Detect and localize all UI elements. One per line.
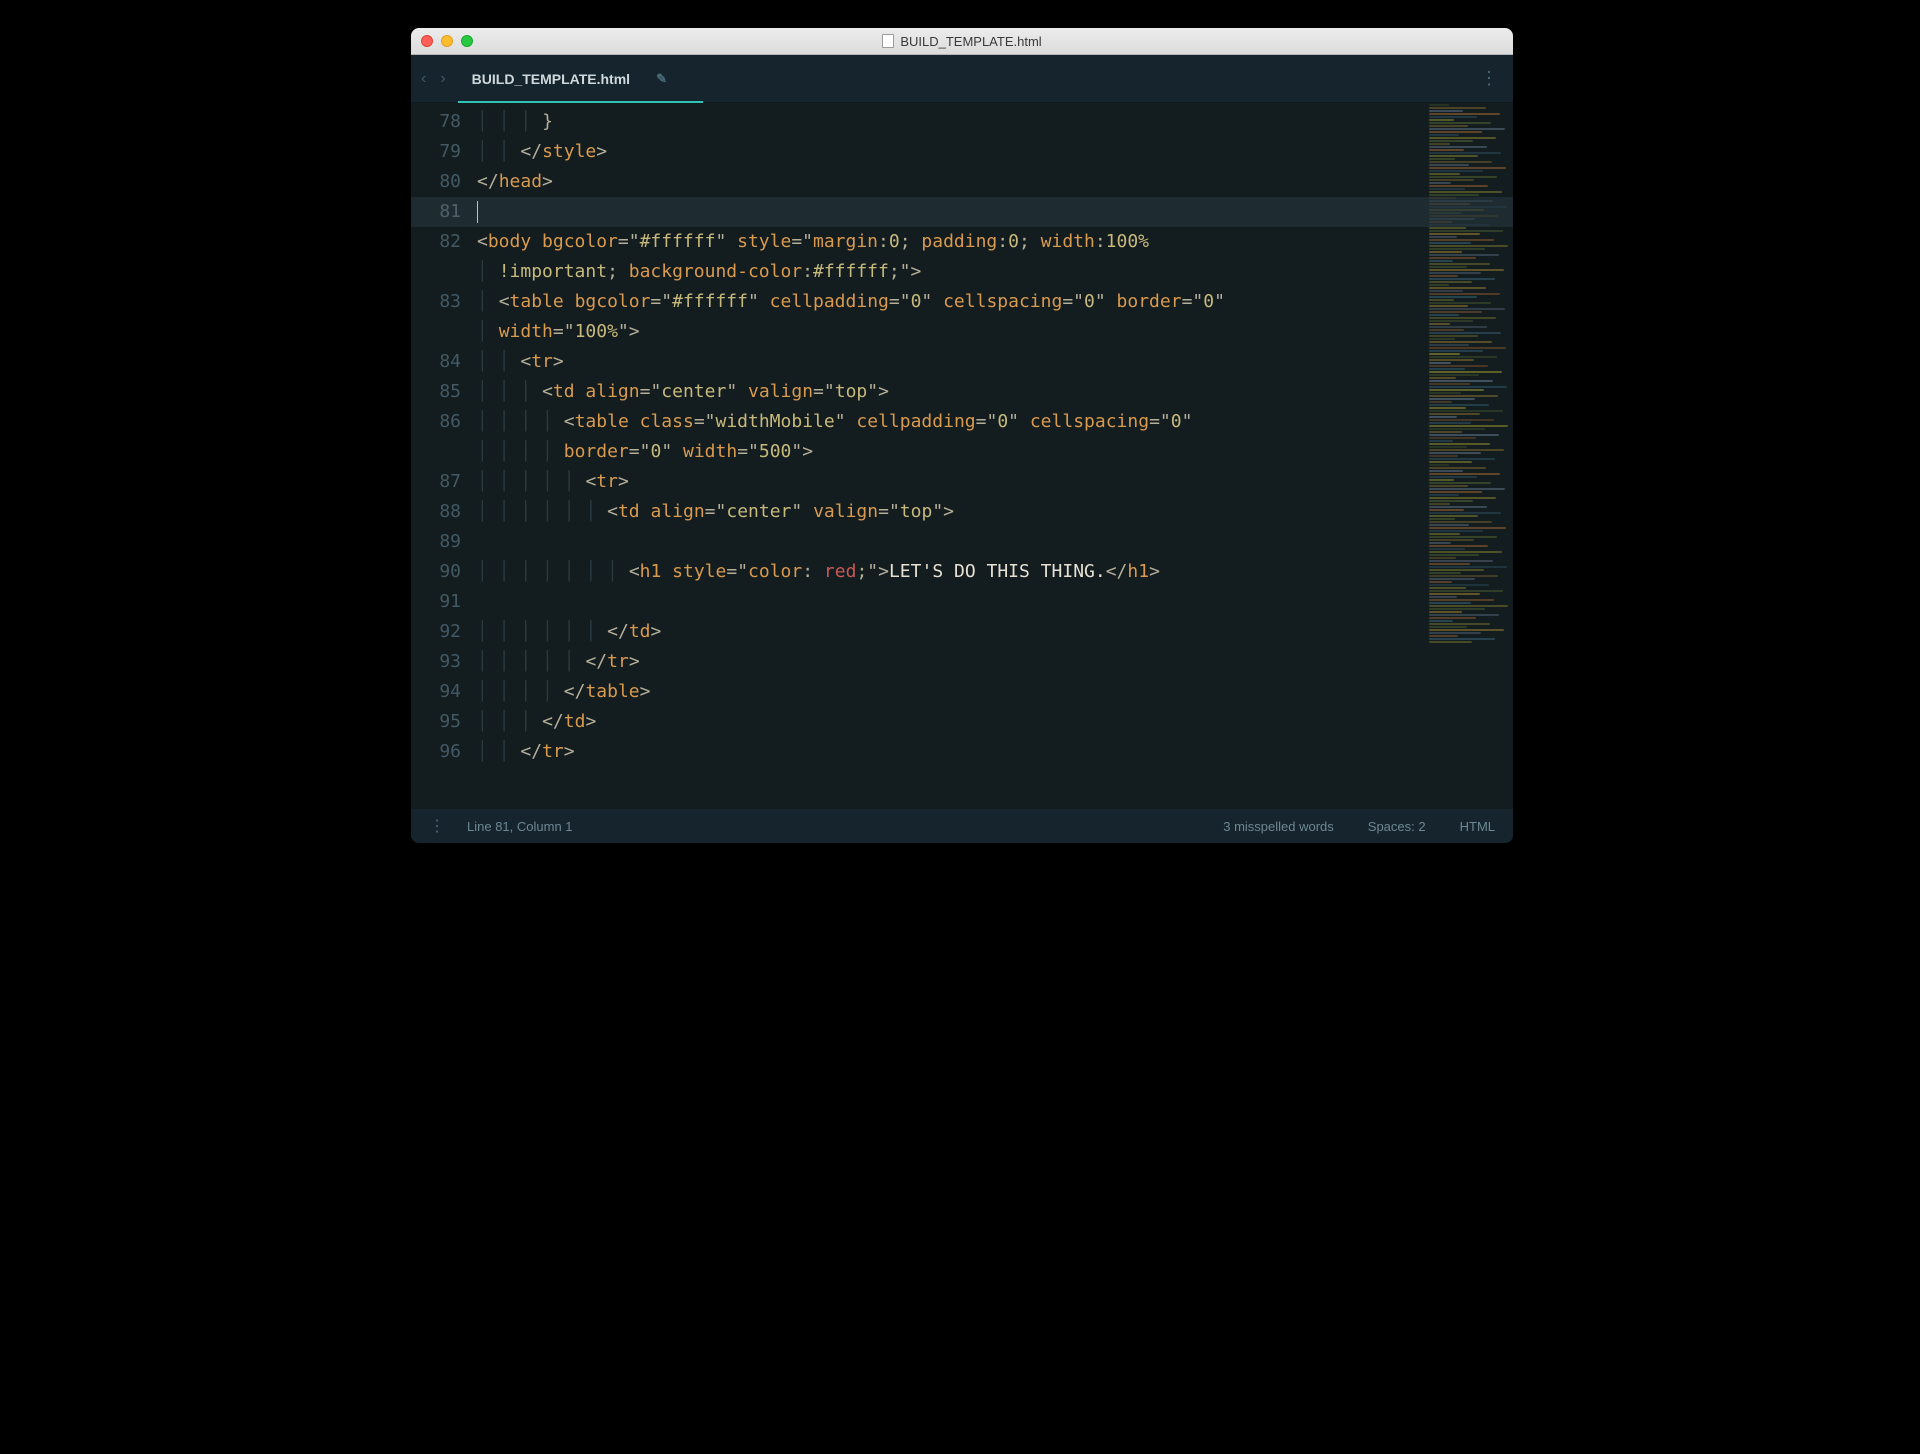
spellcheck-status[interactable]: 3 misspelled words (1223, 819, 1334, 834)
language-mode[interactable]: HTML (1460, 819, 1495, 834)
nav-forward-icon[interactable]: › (440, 70, 445, 88)
tab-active[interactable]: BUILD_TEMPLATE.html ✎ (466, 55, 673, 102)
window-title-text: BUILD_TEMPLATE.html (900, 34, 1041, 49)
code-editor[interactable]: 7879808182 83 848586 8788899091929394959… (411, 103, 1513, 809)
tab-filename: BUILD_TEMPLATE.html (472, 71, 630, 87)
indent-status[interactable]: Spaces: 2 (1368, 819, 1426, 834)
statusbar-more-icon[interactable]: ⋮ (429, 816, 445, 836)
cursor-position[interactable]: Line 81, Column 1 (467, 819, 573, 834)
document-icon (882, 34, 894, 48)
tabbar-more-icon[interactable]: ⋮ (1480, 68, 1499, 89)
titlebar: BUILD_TEMPLATE.html (411, 28, 1513, 55)
window-title: BUILD_TEMPLATE.html (411, 34, 1513, 49)
nav-arrows: ‹ › (421, 70, 446, 88)
nav-back-icon[interactable]: ‹ (421, 70, 426, 88)
editor-window: BUILD_TEMPLATE.html ‹ › BUILD_TEMPLATE.h… (411, 28, 1513, 843)
tab-bar: ‹ › BUILD_TEMPLATE.html ✎ ⋮ (411, 55, 1513, 103)
status-bar: ⋮ Line 81, Column 1 3 misspelled words S… (411, 809, 1513, 843)
pencil-icon[interactable]: ✎ (656, 71, 667, 87)
code-area[interactable]: │ │ │ }│ │ </style></head><body bgcolor=… (473, 103, 1513, 809)
